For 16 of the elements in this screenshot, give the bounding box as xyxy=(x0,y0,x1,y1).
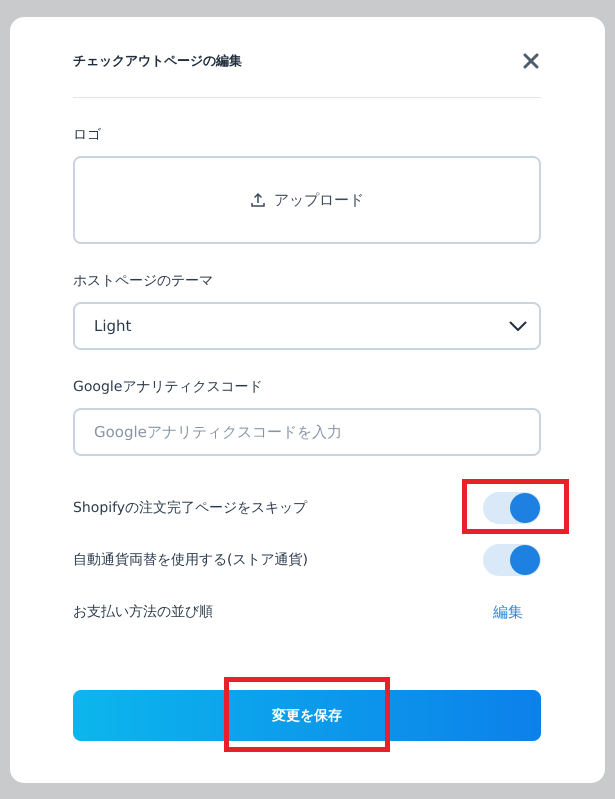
setting-label: お支払い方法の並び順 xyxy=(73,603,213,621)
toggle-switch[interactable] xyxy=(483,492,541,524)
dialog-title: チェックアウトページの編集 xyxy=(73,53,242,70)
input-field[interactable]: Googleアナリティクスコードを入力 xyxy=(73,408,541,456)
edit-link[interactable]: 編集 xyxy=(493,602,523,622)
toggle-label: 自動通貨両替を使用する(ストア通貨) xyxy=(73,551,308,569)
field-label: ホストページのテーマ xyxy=(73,272,214,290)
field-label: Googleアナリティクスコード xyxy=(73,378,264,396)
upload-button[interactable]: アップロード xyxy=(73,156,541,244)
toggle-switch[interactable] xyxy=(483,544,541,576)
chevron-down-icon xyxy=(509,321,527,331)
upload-icon xyxy=(250,192,266,208)
theme-select[interactable]: Light xyxy=(73,302,541,350)
close-button[interactable] xyxy=(521,51,541,71)
toggle-label: Shopifyの注文完了ページをスキップ xyxy=(73,499,308,517)
field-label: ロゴ xyxy=(73,126,102,144)
